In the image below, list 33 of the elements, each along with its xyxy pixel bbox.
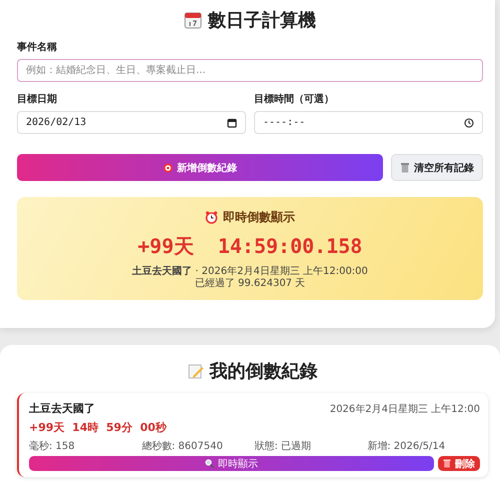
event-name: 土豆去天國了 xyxy=(132,266,192,277)
field-label: 目標時間（可選） xyxy=(254,92,335,106)
memo-icon xyxy=(188,363,204,379)
record-stat: 狀態: 已過期 xyxy=(254,440,312,453)
trash-icon xyxy=(443,459,451,468)
date-field[interactable]: 2026/02/13 xyxy=(17,111,246,134)
page-title: 數日子計算機 xyxy=(208,9,316,32)
search-icon xyxy=(205,459,214,468)
clock-icon[interactable] xyxy=(464,118,474,128)
elapsed-days: 已經過了 99.624307 天 xyxy=(25,278,475,290)
record-date: 2026年2月4日星期三 上午12:00 xyxy=(330,402,480,416)
record-stat: 毫秒: 158 xyxy=(29,440,76,453)
record-name: 土豆去天國了 xyxy=(29,401,95,416)
record-stat: 總秒數: 8607540 xyxy=(142,440,224,453)
field-label: 目標日期 xyxy=(17,92,58,106)
clear-all-button[interactable]: 清空所有記錄 xyxy=(391,154,483,181)
event-name-field[interactable]: 例如：結婚紀念日、生日、專案截止日... xyxy=(17,59,483,82)
countdown-display: +99天 14:59:00.158 xyxy=(136,233,364,260)
record-stat: 新增: 2026/5/14 xyxy=(367,440,446,453)
add-record-button[interactable]: 新增倒數紀錄 xyxy=(17,154,383,181)
time-field[interactable]: ----:-- xyxy=(254,111,483,134)
section-title: 我的倒數紀錄 xyxy=(210,360,318,383)
show-live-button[interactable]: 即時顯示 xyxy=(29,456,434,471)
trash-icon xyxy=(400,162,410,173)
record-countdown: +99天 14時 59分 00秒 xyxy=(29,420,168,435)
target-icon xyxy=(163,162,173,172)
alarm-clock-icon xyxy=(205,211,218,224)
delete-button[interactable]: 刪除 xyxy=(438,456,480,471)
calendar-icon[interactable] xyxy=(227,118,237,128)
live-title: 即時倒數顯示 xyxy=(223,209,295,226)
calendar-icon xyxy=(184,11,202,29)
field-label: 事件名稱 xyxy=(17,40,58,54)
event-date: · 2026年2月4日星期三 上午12:00:00 xyxy=(195,266,368,277)
